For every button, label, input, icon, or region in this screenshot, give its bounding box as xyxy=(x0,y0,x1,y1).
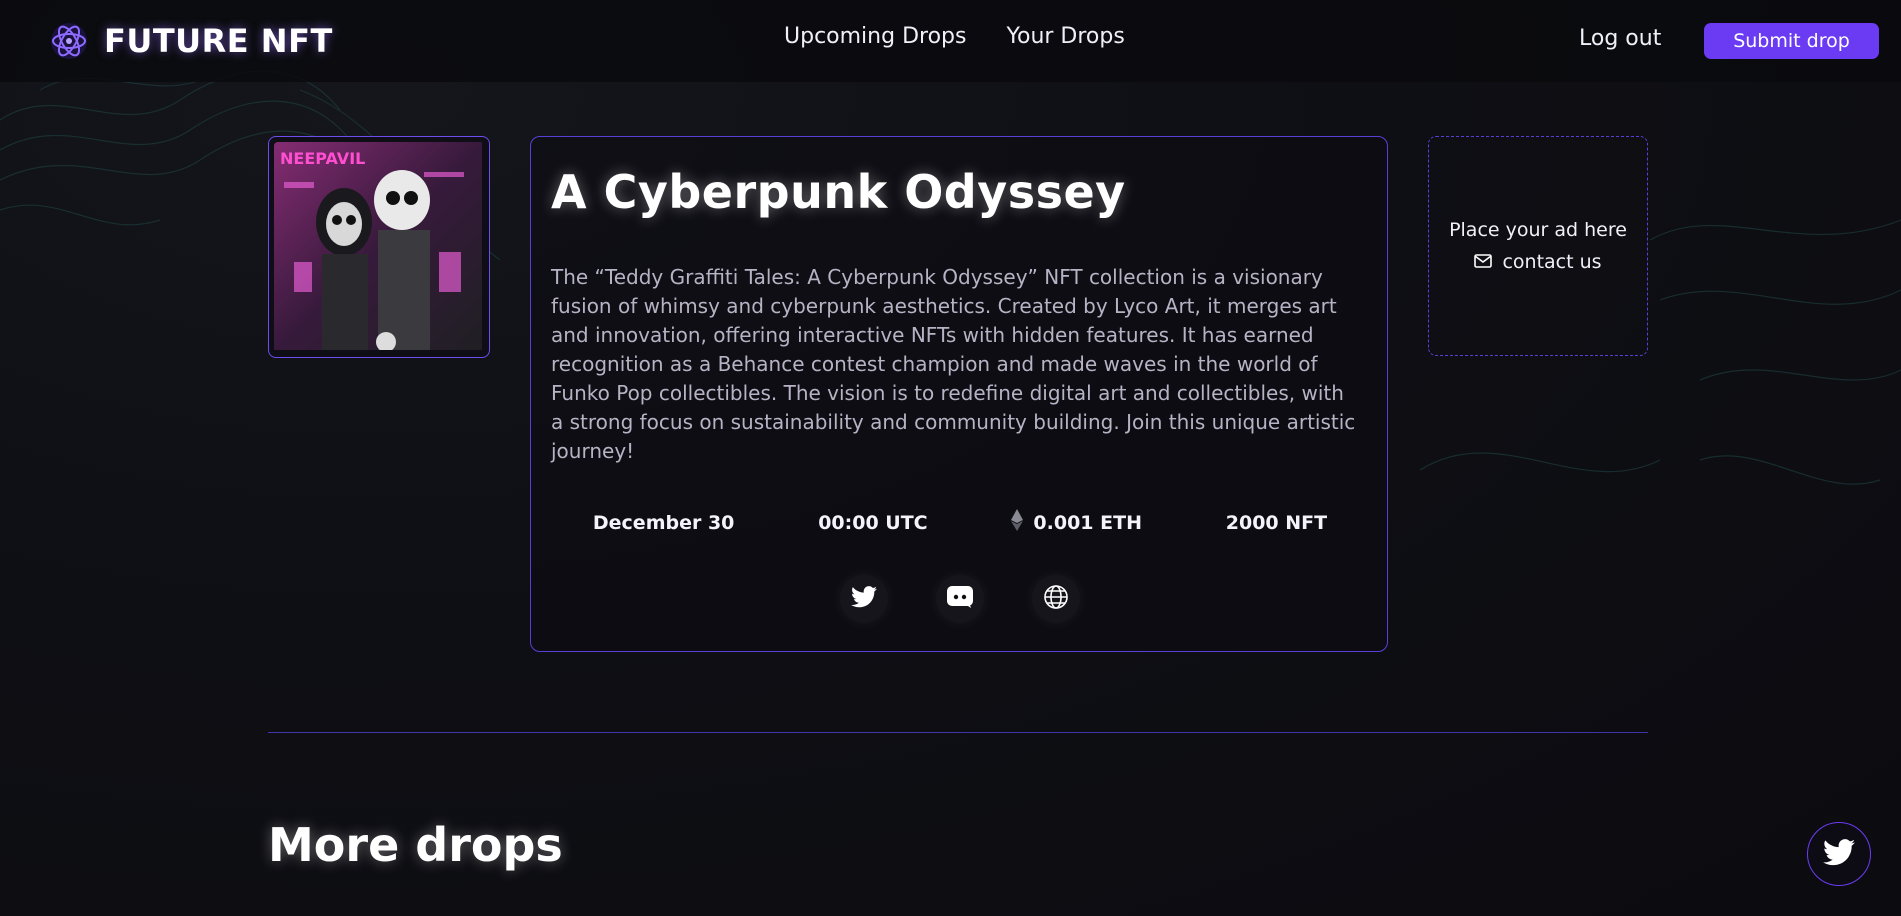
twitter-link[interactable] xyxy=(840,575,888,623)
section-divider xyxy=(268,732,1648,733)
nav-your-drops[interactable]: Your Drops xyxy=(1006,24,1124,49)
drop-artwork-image: NEEPAVIL xyxy=(274,142,484,352)
more-drops-heading: More drops xyxy=(268,818,563,872)
top-navbar: FUTURE NFT Upcoming Drops Your Drops Log… xyxy=(0,0,1901,82)
website-link[interactable] xyxy=(1032,575,1080,623)
drop-stats: December 30 00:00 UTC 0.001 ETH 2000 NFT xyxy=(551,509,1369,536)
ad-placeholder: Place your ad here contact us xyxy=(1428,136,1648,356)
atom-logo-icon xyxy=(48,20,90,62)
logout-link[interactable]: Log out xyxy=(1579,26,1661,51)
drop-price-text: 0.001 ETH xyxy=(1033,511,1142,534)
floating-twitter-button[interactable] xyxy=(1807,822,1871,886)
drop-detail-card: A Cyberpunk Odyssey The “Teddy Graffiti … xyxy=(530,136,1388,652)
submit-drop-button[interactable]: Submit drop xyxy=(1704,23,1879,59)
nav-upcoming-drops[interactable]: Upcoming Drops xyxy=(784,24,966,49)
drop-price: 0.001 ETH xyxy=(1011,509,1142,536)
logo-text: FUTURE NFT xyxy=(104,22,333,60)
main-nav: Upcoming Drops Your Drops xyxy=(784,24,1125,49)
drop-thumbnail[interactable]: NEEPAVIL xyxy=(268,136,490,358)
drop-supply-text: 2000 NFT xyxy=(1225,511,1328,534)
twitter-icon xyxy=(851,586,877,612)
drop-supply: 2000 NFT xyxy=(1226,512,1327,534)
drop-time-text: 00:00 UTC xyxy=(818,511,928,534)
ad-text: Place your ad here xyxy=(1449,219,1627,241)
drop-time: 00:00 UTC xyxy=(818,512,927,534)
drop-description: The “Teddy Graffiti Tales: A Cyberpunk O… xyxy=(551,265,1356,463)
logo[interactable]: FUTURE NFT xyxy=(48,20,333,62)
contact-us-link[interactable]: contact us xyxy=(1474,251,1602,273)
discord-icon xyxy=(947,586,973,612)
drop-social-links xyxy=(531,575,1389,623)
envelope-icon xyxy=(1474,251,1493,273)
twitter-icon xyxy=(1823,838,1855,870)
globe-icon xyxy=(1043,584,1069,614)
drop-date: December 30 xyxy=(593,512,735,534)
contact-us-text: contact us xyxy=(1502,251,1602,273)
svg-text:NEEPAVIL: NEEPAVIL xyxy=(280,149,365,168)
ethereum-icon xyxy=(1011,509,1024,536)
drop-date-text: December 30 xyxy=(592,511,735,534)
discord-link[interactable] xyxy=(936,575,984,623)
drop-title: A Cyberpunk Odyssey xyxy=(551,165,1126,219)
